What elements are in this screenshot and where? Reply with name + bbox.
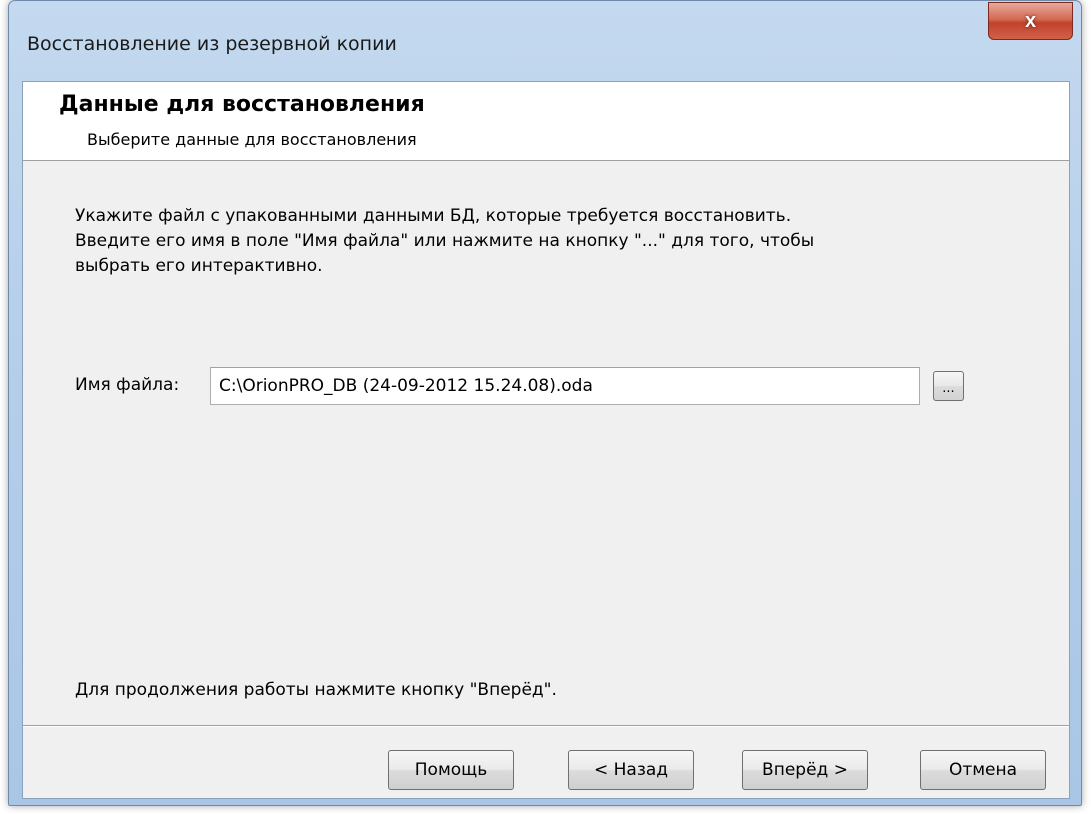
browse-button[interactable]: ... — [933, 371, 964, 401]
cancel-button[interactable]: Отмена — [920, 750, 1046, 790]
page-title: Данные для восстановления — [59, 92, 425, 117]
instructions-line: Укажите файл с упакованными данными БД, … — [75, 206, 792, 226]
back-button-label: < Назад — [593, 760, 669, 780]
window-title: Восстановление из резервной копии — [27, 33, 397, 55]
continue-hint: Для продолжения работы нажмите кнопку "В… — [75, 680, 557, 700]
next-button-label: Вперёд > — [762, 760, 848, 780]
page-subtitle: Выберите данные для восстановления — [87, 130, 417, 149]
instructions-text: Укажите файл с упакованными данными БД, … — [75, 204, 975, 279]
next-button[interactable]: Вперёд > — [742, 750, 868, 790]
cancel-button-label: Отмена — [948, 760, 1018, 780]
file-name-input[interactable] — [210, 367, 920, 405]
wizard-header: Данные для восстановления Выберите данны… — [23, 82, 1069, 161]
help-button[interactable]: Помощь — [388, 750, 514, 790]
help-button-label: Помощь — [414, 760, 488, 780]
instructions-line: Введите его имя в поле "Имя файла" или н… — [75, 231, 815, 251]
close-button[interactable]: x — [988, 2, 1073, 40]
close-icon: x — [1024, 9, 1037, 32]
footer-divider — [23, 725, 1069, 727]
instructions-line: выбрать его интерактивно. — [75, 256, 323, 276]
title-bar[interactable]: Восстановление из резервной копии x — [9, 1, 1081, 81]
wizard-client-area: Данные для восстановления Выберите данны… — [22, 81, 1070, 799]
browse-button-label: ... — [942, 381, 955, 396]
restore-wizard-window: Восстановление из резервной копии x Данн… — [8, 0, 1082, 806]
back-button[interactable]: < Назад — [568, 750, 694, 790]
file-name-label: Имя файла: — [75, 375, 180, 395]
